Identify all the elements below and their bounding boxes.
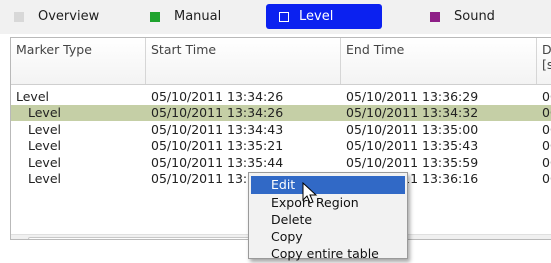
column-header-start-time[interactable]: Start Time (146, 38, 341, 84)
column-header-marker-type[interactable]: Marker Type (11, 38, 146, 84)
menu-item-edit[interactable]: Edit (251, 176, 405, 194)
cell-marker-type: Level (28, 138, 61, 153)
table-header: Marker Type Start Time End Time Du [s] (11, 38, 551, 85)
table-row[interactable]: Level 05/10/2011 13:34:43 05/10/2011 13:… (11, 122, 551, 138)
tab-sound[interactable]: Sound (430, 4, 540, 29)
tab-level-label: Level (299, 9, 334, 24)
level-swatch-icon (279, 11, 289, 22)
cell-start-time: 05/10/2011 13:34:26 (151, 89, 284, 104)
cell-duration: 00 (542, 105, 551, 120)
menu-item-delete[interactable]: Delete (251, 211, 405, 229)
cell-start-time: 05/10/2011 13:34:43 (151, 122, 284, 137)
cell-duration: 00 (542, 171, 551, 186)
cell-marker-type: Level (28, 155, 61, 170)
column-header-end-time[interactable]: End Time (341, 38, 537, 84)
tab-overview-label: Overview (38, 9, 100, 24)
overview-swatch-icon (14, 11, 24, 22)
cell-end-time: 05/10/2011 13:35:59 (346, 155, 479, 170)
cell-marker-type: Level (28, 122, 61, 137)
cell-duration: 00 (542, 122, 551, 137)
cell-duration: 00 (542, 155, 551, 170)
sound-swatch-icon (430, 11, 440, 22)
manual-swatch-icon (150, 11, 160, 22)
tab-manual-label: Manual (174, 9, 222, 24)
cell-duration: 00 (542, 89, 551, 104)
table-row[interactable]: Level 05/10/2011 13:34:26 05/10/2011 13:… (11, 89, 551, 105)
scroll-left-arrow-icon[interactable]: ‹ (12, 235, 27, 239)
cell-marker-type: Level (28, 105, 61, 120)
menu-item-copy-entire-table[interactable]: Copy entire table (251, 245, 405, 263)
tab-manual[interactable]: Manual (150, 4, 260, 29)
table-row[interactable]: Level 05/10/2011 13:35:44 05/10/2011 13:… (11, 155, 551, 171)
mouse-pointer-icon (302, 182, 318, 204)
cell-start-time: 05/10/2011 13:35:44 (151, 155, 284, 170)
cell-start-time: 05/10/2011 13:35:21 (151, 138, 284, 153)
table-row[interactable]: Level 05/10/2011 13:34:26 05/10/2011 13:… (11, 105, 551, 121)
context-menu: Edit Export Region Delete Copy Copy enti… (248, 172, 408, 261)
tab-sound-label: Sound (454, 9, 495, 24)
table-row[interactable]: Level 05/10/2011 13:35:21 05/10/2011 13:… (11, 138, 551, 154)
cell-marker-type: Level (16, 89, 49, 104)
cell-marker-type: Level (28, 171, 61, 186)
marker-tab-bar: Overview Manual Level Sound (0, 0, 551, 34)
tab-overview[interactable]: Overview (14, 4, 124, 29)
menu-item-copy[interactable]: Copy (251, 228, 405, 246)
cell-end-time: 05/10/2011 13:35:00 (346, 122, 479, 137)
tab-level[interactable]: Level (266, 4, 382, 29)
column-header-duration[interactable]: Du [s] (537, 38, 551, 84)
cell-duration: 00 (542, 138, 551, 153)
cell-end-time: 05/10/2011 13:34:32 (346, 105, 479, 120)
menu-item-export-region[interactable]: Export Region (251, 194, 405, 212)
cell-end-time: 05/10/2011 13:36:29 (346, 89, 479, 104)
cell-start-time: 05/10/2011 13:34:26 (151, 105, 284, 120)
cell-end-time: 05/10/2011 13:35:43 (346, 138, 479, 153)
